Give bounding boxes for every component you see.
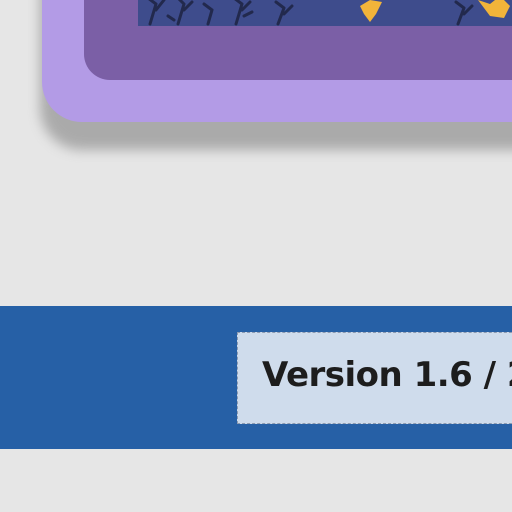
artwork-svg	[148, 0, 510, 26]
page: Version 1.6 / 2	[0, 0, 512, 512]
star-icon	[360, 0, 510, 22]
version-box: Version 1.6 / 2	[237, 332, 512, 424]
artwork-illustration	[138, 0, 512, 26]
version-label: Version 1.6 / 2	[262, 355, 512, 395]
plant-sprig-icon	[148, 0, 474, 26]
